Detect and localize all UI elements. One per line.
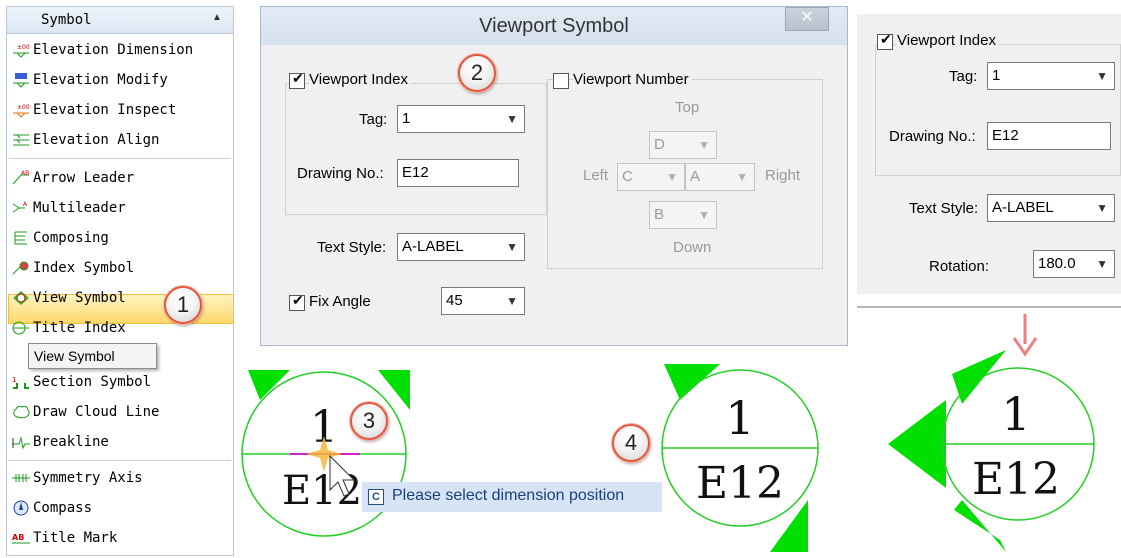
prompt-text: Please select dimension position	[392, 487, 625, 504]
symbol-corner-top-left	[664, 364, 720, 400]
step-badge-4: 4	[612, 424, 650, 462]
symbol-bottom-text: E12	[282, 468, 362, 514]
symbol-top-text: 1	[1001, 387, 1030, 441]
symbol-placed: 1 E12	[661, 364, 819, 552]
command-icon: C	[368, 489, 384, 505]
symbol-corner-top-left	[248, 370, 290, 400]
command-prompt: C Please select dimension position	[362, 482, 662, 512]
symbol-bottom-text: E12	[696, 458, 784, 509]
symbol-canvas: 1 E12 1 E12 1 E12	[241, 314, 1095, 552]
symbol-top-text: 1	[725, 391, 754, 445]
symbol-corner-top-right	[378, 370, 410, 410]
symbol-bottom-text: E12	[972, 454, 1060, 505]
symbol-point-left	[888, 400, 946, 488]
symbol-rotated: 1 E12	[888, 314, 1095, 552]
symbol-corner-bottom	[954, 500, 1006, 552]
step-badge-3: 3	[350, 402, 388, 440]
